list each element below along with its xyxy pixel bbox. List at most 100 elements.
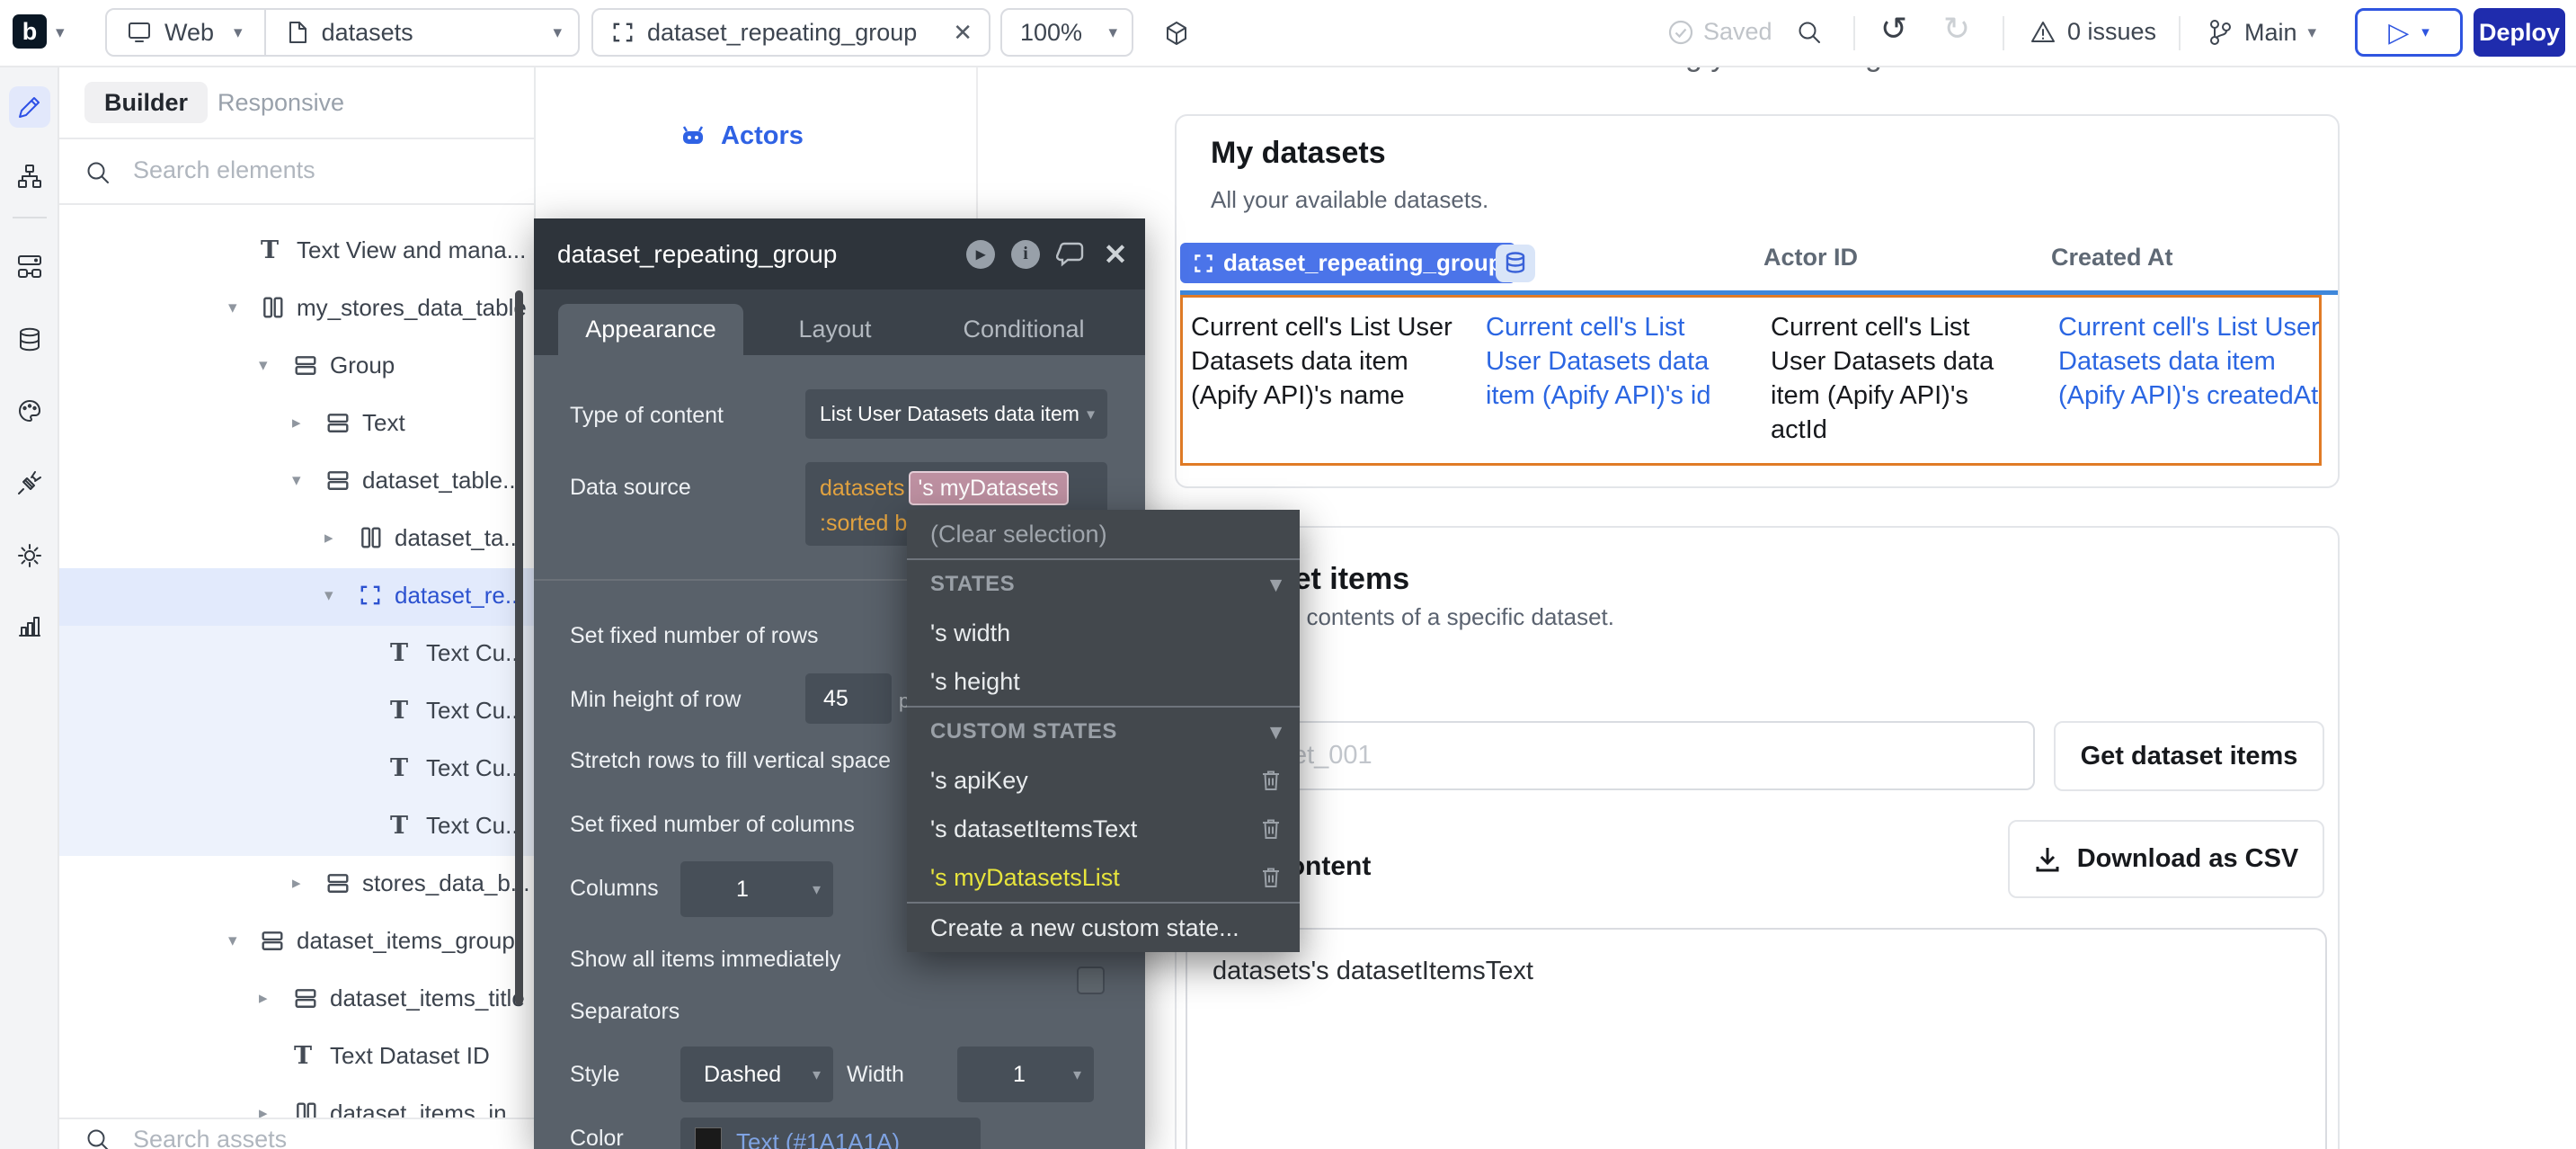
tree-caret-icon[interactable]: ▾ <box>324 585 333 606</box>
comment-icon[interactable] <box>1055 239 1086 270</box>
rail-item-pages[interactable] <box>9 156 50 197</box>
data-source-badge[interactable] <box>1496 245 1535 282</box>
tab-appearance[interactable]: Appearance <box>558 304 743 355</box>
rail-item-data[interactable] <box>9 319 50 361</box>
component-library-icon[interactable] <box>1163 20 1190 47</box>
delete-state-icon[interactable] <box>1260 817 1282 841</box>
tree-caret-icon[interactable]: ▾ <box>228 931 237 951</box>
tree-item-dataset-items-group[interactable]: ▾dataset_items_group <box>59 913 534 971</box>
menu-item-create-a-new-custom-state[interactable]: Create a new custom state... <box>907 904 1300 952</box>
min-height-input[interactable]: 45 <box>805 673 892 724</box>
rail-item-settings[interactable] <box>9 535 50 576</box>
redo-icon[interactable]: ↻ <box>1943 11 1970 48</box>
menu-item-clear-selection[interactable]: (Clear selection) <box>907 510 1300 558</box>
tree-caret-icon[interactable]: ▸ <box>292 413 301 433</box>
bubble-logo[interactable]: b <box>13 14 47 49</box>
device-selector[interactable]: Web <box>164 19 214 47</box>
close-tab-icon[interactable]: ✕ <box>953 19 973 47</box>
tab-builder[interactable]: Builder <box>84 82 208 123</box>
page-selector[interactable]: datasets <box>322 19 413 47</box>
selected-element-label[interactable]: dataset_repeating_group <box>1180 243 1515 283</box>
tree-item-dataset-items-in[interactable]: ▸dataset_items_in... <box>59 1086 534 1118</box>
rg-cell-expression[interactable]: Current cell's List User Datasets data i… <box>1191 310 1471 413</box>
search-assets-input[interactable] <box>131 1125 431 1149</box>
rg-cell-expression[interactable]: Current cell's List User Datasets data i… <box>1486 310 1739 413</box>
tree-item-text-datasets[interactable]: TText Datasets <box>59 205 534 223</box>
menu-item-s-datasetitemstext[interactable]: 's datasetItemsText <box>907 805 1300 853</box>
branch-selector[interactable]: Main ▾ <box>2207 18 2316 47</box>
tree-caret-icon[interactable]: ▾ <box>228 298 237 318</box>
tree-item-text[interactable]: ▸Text <box>59 396 534 453</box>
search-icon[interactable] <box>1796 19 1823 46</box>
tree-item-dataset-items-title[interactable]: ▸dataset_items_title <box>59 971 534 1029</box>
menu-item-s-height[interactable]: 's height <box>907 657 1300 706</box>
tree-item-dataset-table[interactable]: ▾dataset_table... <box>59 453 534 511</box>
dataset-id-input[interactable] <box>1211 721 2035 790</box>
tree-item-my-stores-data-table[interactable]: ▾my_stores_data_table <box>59 281 534 338</box>
database-icon <box>1505 252 1526 275</box>
separator-style-select[interactable]: Dashed ▾ <box>680 1047 833 1102</box>
logo-menu-chevron-icon[interactable]: ▾ <box>56 24 65 41</box>
tab-responsive[interactable]: Responsive <box>205 82 357 123</box>
separator-color-field[interactable]: Text (#1A1A1A) <box>680 1118 981 1149</box>
get-dataset-items-button[interactable]: Get dataset items <box>2054 721 2324 791</box>
section-collapse-icon[interactable]: ▾ <box>1270 572 1282 598</box>
tree-caret-icon[interactable]: ▾ <box>259 355 268 376</box>
tree-scrollbar[interactable] <box>515 290 523 1005</box>
columns-select[interactable]: 1 ▾ <box>680 861 833 917</box>
menu-item-s-mydatasetslist[interactable]: 's myDatasetsList <box>907 853 1300 902</box>
close-icon[interactable]: ✕ <box>1100 239 1131 270</box>
menu-item-states[interactable]: STATES▾ <box>907 560 1300 609</box>
property-editor-titlebar[interactable]: dataset_repeating_group ▸ i ✕ <box>534 218 1145 289</box>
info-icon[interactable]: i <box>1010 239 1041 270</box>
rail-item-styles[interactable] <box>9 390 50 432</box>
show-all-checkbox[interactable] <box>1077 966 1105 994</box>
tree-caret-icon[interactable]: ▸ <box>259 1103 268 1118</box>
delete-state-icon[interactable] <box>1260 769 1282 792</box>
expression-token[interactable]: 's myDatasets <box>909 471 1069 505</box>
menu-item-custom-states[interactable]: CUSTOM STATES▾ <box>907 708 1300 756</box>
nav-item-actors[interactable]: Actors <box>680 121 804 151</box>
separator-width-select[interactable]: 1 ▾ <box>957 1047 1094 1102</box>
tree-item-text-cu[interactable]: TText Cu... <box>59 683 534 741</box>
tree-caret-icon[interactable]: ▾ <box>292 470 301 491</box>
tree-item-stores-data-b[interactable]: ▸stores_data_b... <box>59 856 534 913</box>
undo-icon[interactable]: ↺ <box>1880 11 1907 48</box>
tree-item-group[interactable]: ▾Group <box>59 338 534 396</box>
tree-caret-icon[interactable]: ▸ <box>292 873 301 894</box>
deploy-button[interactable]: Deploy <box>2474 8 2565 57</box>
tree-item-dataset-re[interactable]: ▾dataset_re... <box>59 568 534 626</box>
tab-layout[interactable]: Layout <box>768 304 902 355</box>
menu-item-s-width[interactable]: 's width <box>907 609 1300 657</box>
rg-cell-expression[interactable]: Current cell's List User Datasets data i… <box>1771 310 2015 447</box>
type-of-content-select[interactable]: List User Datasets data item ▾ <box>805 389 1107 439</box>
tree-item-text-dataset-id[interactable]: TText Dataset ID <box>59 1029 534 1086</box>
device-chevron-icon[interactable]: ▾ <box>234 24 243 41</box>
zoom-control[interactable]: 100% ▾ <box>1000 8 1133 57</box>
tree-item-text-view-and-mana[interactable]: TText View and mana... <box>59 223 534 281</box>
tree-item-text-cu[interactable]: TText Cu... <box>59 798 534 856</box>
repeating-group-cell[interactable]: Current cell's List User Datasets data i… <box>1180 295 2322 466</box>
tree-item-dataset-ta[interactable]: ▸dataset_ta... <box>59 511 534 568</box>
rail-item-logs[interactable] <box>9 605 50 646</box>
section-collapse-icon[interactable]: ▾ <box>1270 719 1282 745</box>
search-elements-input[interactable] <box>131 156 431 185</box>
element-tab[interactable]: dataset_repeating_group ✕ <box>591 8 990 57</box>
tree-item-text-cu[interactable]: TText Cu... <box>59 741 534 798</box>
tree-caret-icon[interactable]: ▸ <box>259 988 268 1009</box>
tab-conditional[interactable]: Conditional <box>929 304 1118 355</box>
tree-item-text-cu[interactable]: TText Cu... <box>59 626 534 683</box>
rail-item-plugins[interactable] <box>9 462 50 503</box>
preview-element-icon[interactable]: ▸ <box>965 239 996 270</box>
issues-indicator[interactable]: 0 issues <box>2030 18 2156 46</box>
rail-item-design[interactable] <box>9 86 50 128</box>
rail-item-workflow[interactable] <box>9 245 50 287</box>
color-value-link[interactable]: Text (#1A1A1A) <box>736 1128 900 1149</box>
delete-state-icon[interactable] <box>1260 866 1282 889</box>
page-chevron-icon[interactable]: ▾ <box>553 24 562 41</box>
tree-caret-icon[interactable]: ▸ <box>324 528 333 548</box>
menu-item-s-apikey[interactable]: 's apiKey <box>907 756 1300 805</box>
preview-button[interactable]: ▷ ▾ <box>2355 8 2463 57</box>
download-csv-button[interactable]: Download as CSV <box>2008 820 2324 898</box>
rg-cell-expression[interactable]: Current cell's List User Datasets data i… <box>2058 310 2328 413</box>
